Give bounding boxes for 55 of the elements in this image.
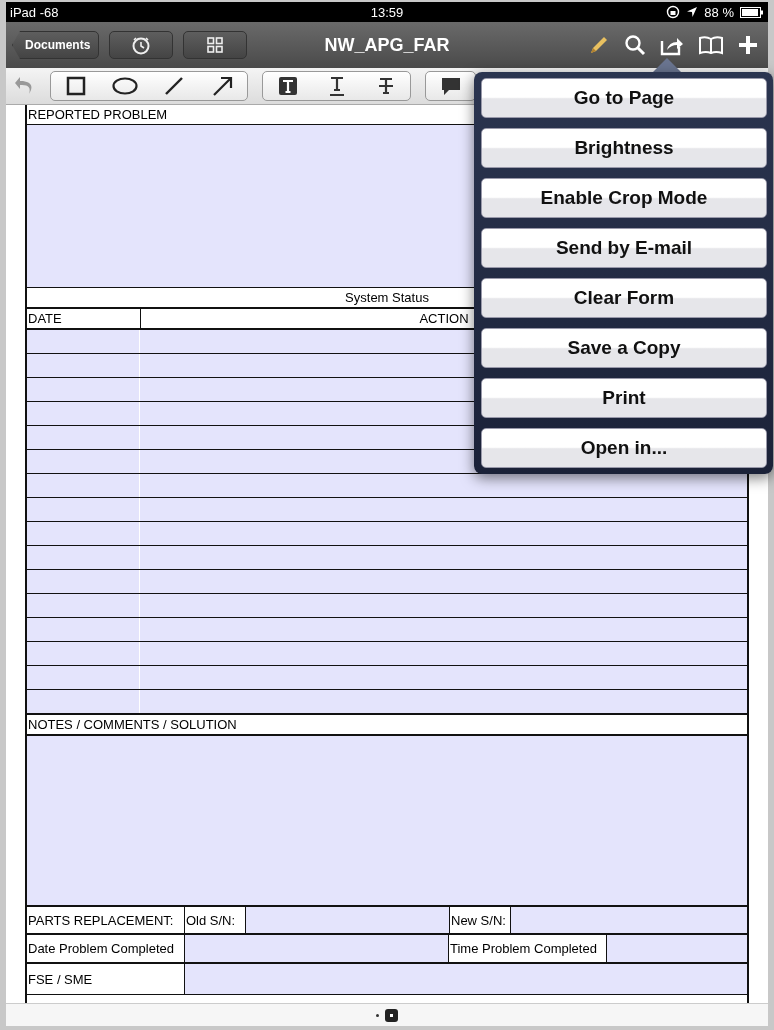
form-field[interactable] — [246, 907, 450, 933]
form-field[interactable] — [140, 594, 747, 617]
location-arrow-icon — [686, 6, 699, 18]
page-indicator-icon[interactable] — [385, 1008, 398, 1022]
menu-item[interactable]: Clear Form — [481, 278, 767, 318]
grid-view-button[interactable] — [183, 31, 248, 59]
form-label: PARTS REPLACEMENT: — [27, 907, 185, 933]
form-field[interactable] — [140, 618, 747, 641]
form-field[interactable] — [140, 642, 747, 665]
form-field[interactable] — [140, 522, 747, 545]
form-field[interactable] — [140, 474, 747, 497]
pencil-icon[interactable] — [588, 34, 610, 56]
carrier-text: iPad -68 — [10, 4, 59, 20]
arrow-icon — [211, 75, 234, 97]
line-icon — [163, 76, 184, 96]
form-label: New S/N: — [450, 907, 511, 933]
search-icon[interactable] — [624, 34, 646, 56]
rotation-lock-icon — [666, 5, 681, 19]
menu-item[interactable]: Brightness — [481, 128, 767, 168]
form-field[interactable] — [140, 690, 747, 713]
menu-item[interactable]: Save a Copy — [481, 328, 767, 368]
form-field[interactable] — [140, 498, 747, 521]
documents-back-button[interactable]: Documents — [12, 31, 100, 59]
form-label: Time Problem Completed — [449, 935, 607, 962]
form-field[interactable] — [140, 570, 747, 593]
form-field[interactable] — [511, 907, 747, 933]
form-field[interactable] — [140, 666, 747, 689]
grid-icon — [207, 37, 224, 53]
form-field[interactable] — [27, 736, 747, 905]
form-field[interactable] — [140, 546, 747, 569]
comment-icon — [439, 76, 462, 96]
menu-item[interactable]: Send by E-mail — [481, 228, 767, 268]
form-label: Old S/N: — [185, 907, 246, 933]
menu-item[interactable]: Enable Crop Mode — [481, 178, 767, 218]
form-field[interactable] — [185, 964, 747, 994]
form-label: DATE — [27, 309, 141, 328]
form-label: FSE / SME — [27, 964, 185, 994]
menu-item[interactable]: Print — [481, 378, 767, 418]
menu-item[interactable]: Go to Page — [481, 78, 767, 118]
book-icon[interactable] — [698, 35, 724, 55]
clock-button[interactable] — [109, 31, 174, 59]
clock-icon — [131, 35, 152, 55]
document-title: NW_APG_FAR — [324, 34, 450, 55]
battery-icon — [740, 6, 764, 18]
form-field[interactable] — [607, 935, 747, 962]
page-dot-icon — [376, 1013, 379, 1017]
clock-text: 13:59 — [370, 4, 404, 20]
square-icon — [65, 76, 86, 96]
form-field[interactable] — [185, 935, 449, 962]
ellipse-icon — [111, 77, 138, 95]
text-box-icon — [277, 76, 298, 96]
battery-percent: 88 % — [704, 4, 734, 20]
menu-item[interactable]: Open in... — [481, 428, 767, 468]
form-label: Date Problem Completed — [27, 935, 185, 962]
plus-icon[interactable] — [738, 35, 758, 55]
